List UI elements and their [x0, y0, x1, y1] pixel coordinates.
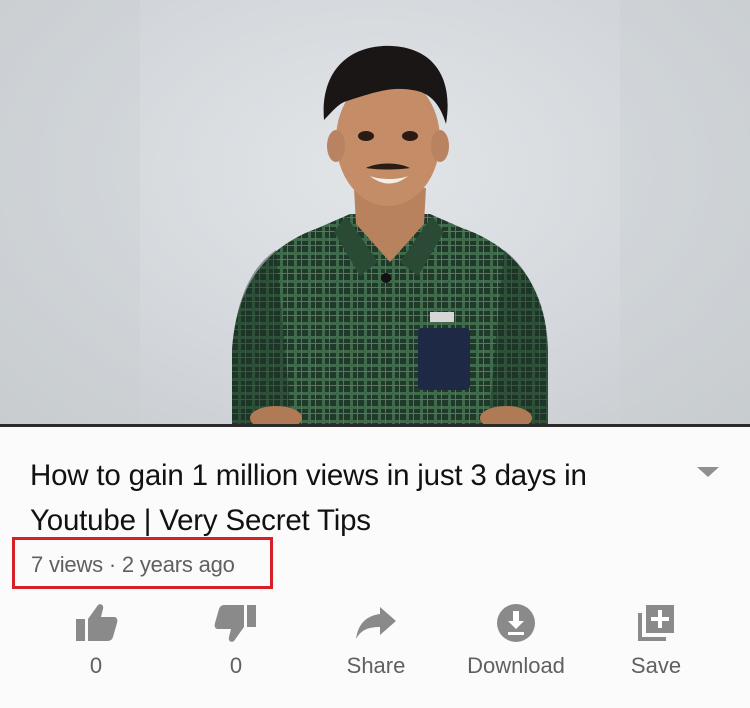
share-button[interactable]: Share: [306, 597, 446, 697]
share-label: Share: [346, 653, 406, 678]
like-button[interactable]: 0: [26, 597, 166, 697]
action-bar: 0 0 Share Download Save: [0, 597, 750, 707]
expand-description-icon[interactable]: [695, 465, 721, 479]
video-title: How to gain 1 million views in just 3 da…: [30, 459, 587, 537]
video-info-panel: How to gain 1 million views in just 3 da…: [0, 427, 750, 708]
video-thumbnail-person: [0, 0, 750, 426]
video-page: How to gain 1 million views in just 3 da…: [0, 0, 750, 708]
like-count: 0: [89, 653, 103, 678]
save-playlist-icon: [638, 605, 674, 641]
save-label: Save: [630, 653, 682, 678]
share-icon: [356, 607, 396, 639]
download-button[interactable]: Download: [446, 597, 586, 697]
view-count-and-date: 7 views · 2 years ago: [31, 552, 235, 577]
download-label: Download: [467, 653, 565, 678]
thumbs-down-icon: [214, 605, 256, 642]
download-icon: [497, 604, 535, 642]
video-player[interactable]: [0, 0, 750, 426]
view-count-highlight-box: 7 views · 2 years ago: [12, 537, 273, 589]
save-button[interactable]: Save: [586, 597, 726, 697]
dislike-count: 0: [229, 653, 243, 678]
thumbs-up-icon: [76, 604, 118, 641]
dislike-button[interactable]: 0: [166, 597, 306, 697]
